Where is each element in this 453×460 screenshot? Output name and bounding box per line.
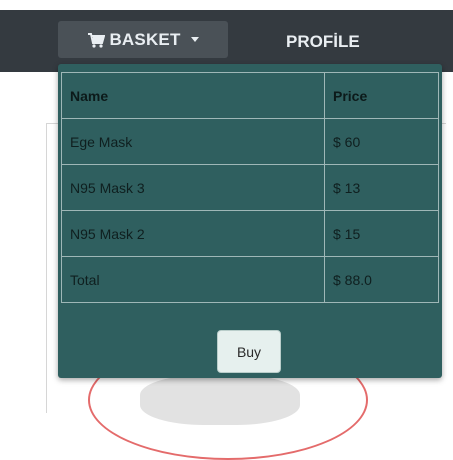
- table-row: N95 Mask 3 $ 13: [61, 164, 439, 211]
- total-price: $ 88.0: [324, 256, 439, 303]
- total-row: Total $ 88.0: [61, 256, 439, 303]
- item-price: $ 15: [324, 210, 439, 257]
- basket-label: BASKET: [109, 29, 181, 49]
- shopping-cart-icon: [88, 32, 106, 48]
- item-name: N95 Mask 2: [61, 210, 325, 257]
- item-price: $ 13: [324, 164, 439, 211]
- item-name: N95 Mask 3: [61, 164, 325, 211]
- caret-down-icon: [190, 37, 199, 42]
- total-label: Total: [61, 256, 325, 303]
- column-header-price: Price: [324, 72, 439, 119]
- product-image: [140, 375, 300, 425]
- item-price: $ 60: [324, 118, 439, 165]
- navbar: BASKET PROFİLE: [0, 10, 453, 72]
- table-row: Ege Mask $ 60: [61, 118, 439, 165]
- basket-dropdown-toggle[interactable]: BASKET: [58, 21, 228, 58]
- table-row: N95 Mask 2 $ 15: [61, 210, 439, 257]
- basket-dropdown-menu: Name Price Ege Mask $ 60 N95 Mask 3 $ 13…: [58, 64, 442, 378]
- item-name: Ege Mask: [61, 118, 325, 165]
- buy-button[interactable]: Buy: [217, 330, 281, 373]
- column-header-name: Name: [61, 72, 325, 119]
- table-header-row: Name Price: [61, 72, 439, 119]
- nav-profile-link[interactable]: PROFİLE: [286, 32, 360, 52]
- basket-table: Name Price Ege Mask $ 60 N95 Mask 3 $ 13…: [61, 72, 439, 303]
